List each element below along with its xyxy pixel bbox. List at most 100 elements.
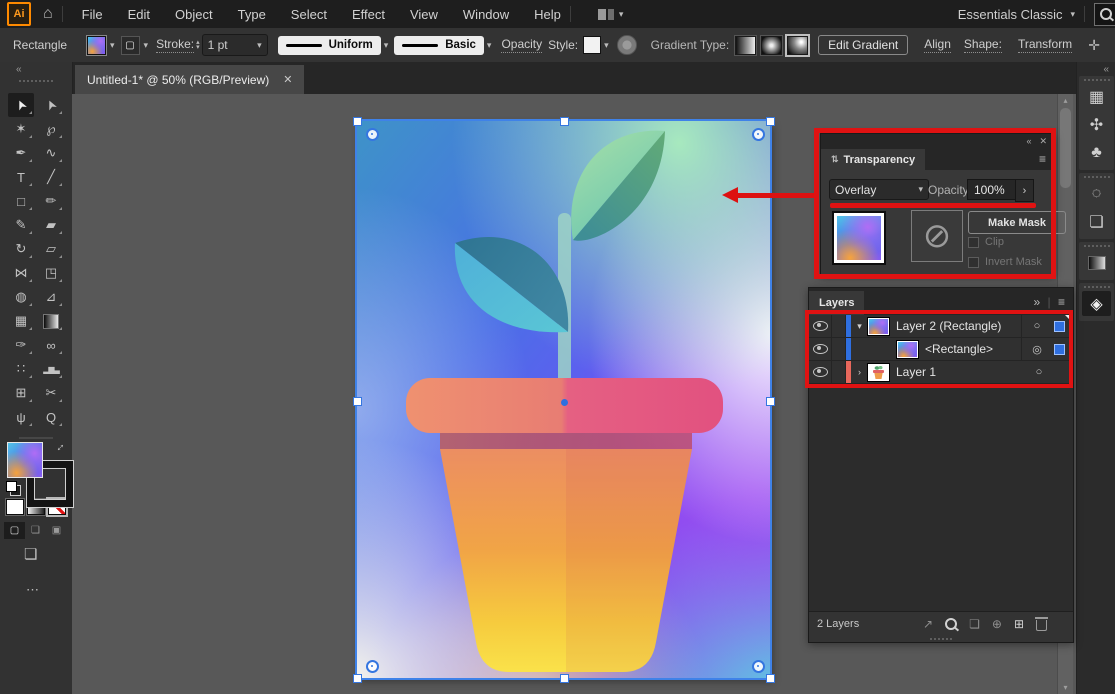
freeform-gradient-button[interactable] (787, 36, 808, 55)
object-thumbnail[interactable] (832, 211, 886, 265)
column-graph-tool[interactable]: ▂▆▃ (38, 357, 64, 381)
opacity-link[interactable]: Opacity (501, 37, 542, 53)
rotate-tool[interactable]: ↻ (8, 237, 34, 261)
chevron-down-icon[interactable]: ▾ (604, 40, 609, 51)
gradient-tool[interactable] (38, 309, 64, 333)
search-button[interactable] (1094, 3, 1115, 26)
graphic-style-swatch[interactable] (583, 36, 601, 54)
lasso-tool[interactable]: ℘ (38, 117, 64, 141)
transform-link[interactable]: Transform (1018, 37, 1072, 53)
blend-tool[interactable]: ∞ (38, 333, 64, 357)
selection-indicator[interactable] (1054, 321, 1065, 332)
selection-handle-sw[interactable] (353, 674, 362, 683)
object-thumbnail[interactable] (897, 341, 918, 358)
artboard-artwork[interactable] (357, 121, 770, 678)
menu-object[interactable]: Object (175, 7, 213, 22)
object-name[interactable]: <Rectangle> (925, 342, 1021, 356)
type-tool[interactable]: T (8, 165, 34, 189)
workspace-switcher[interactable]: Essentials Classic (958, 7, 1063, 22)
menu-view[interactable]: View (410, 7, 438, 22)
locate-object-icon[interactable] (945, 618, 957, 630)
collapse-panel-icon[interactable]: « (1026, 136, 1031, 146)
toolbar-grip[interactable] (19, 80, 53, 82)
new-sublayer-icon[interactable]: ⊕ (992, 617, 1002, 631)
symbols-panel-button[interactable]: ♣ (1082, 140, 1111, 165)
target-icon-active[interactable]: ◎ (1021, 338, 1052, 360)
menu-effect[interactable]: Effect (352, 7, 385, 22)
clip-checkbox[interactable] (968, 237, 979, 248)
close-icon[interactable]: ✕ (283, 73, 292, 86)
stroke-color-swatch[interactable]: ▢ (121, 36, 140, 55)
lock-cell[interactable] (832, 338, 846, 360)
expand-dock-icon[interactable]: « (1103, 64, 1109, 75)
document-tab[interactable]: Untitled-1* @ 50% (RGB/Preview) ✕ (75, 65, 304, 94)
brushes-panel-button[interactable]: ✣ (1082, 112, 1111, 137)
expand-panel-icon[interactable]: » (1033, 295, 1040, 309)
collapse-toolbar-icon[interactable]: « (16, 64, 22, 75)
layer-row-rectangle[interactable]: <Rectangle> ◎ (809, 338, 1073, 361)
swap-fill-stroke-icon[interactable]: ↔ (50, 437, 68, 455)
linear-gradient-button[interactable] (735, 36, 756, 55)
dock-group-grip[interactable] (1084, 176, 1110, 178)
corner-widget-sw[interactable] (366, 660, 379, 673)
swatches-panel-button[interactable]: ▦ (1082, 84, 1111, 109)
menu-edit[interactable]: Edit (128, 7, 150, 22)
mesh-tool[interactable]: ▦ (8, 309, 34, 333)
corner-widget-nw[interactable] (366, 128, 379, 141)
layer-name[interactable]: Layer 1 (896, 365, 1024, 379)
edit-toolbar-icon[interactable]: ⋯ (26, 582, 40, 598)
hand-tool[interactable]: ψ (8, 405, 34, 429)
draw-normal-button[interactable]: ▢ (4, 522, 25, 539)
opacity-value-field[interactable]: 100% (967, 179, 1019, 200)
slice-tool[interactable]: ✂ (38, 381, 64, 405)
expand-corners-icon[interactable]: ✛ (1088, 37, 1100, 54)
transparency-tab[interactable]: ⇅ Transparency (821, 149, 925, 170)
make-clipping-mask-icon[interactable]: ❏ (969, 617, 980, 631)
layers-panel-button[interactable]: ◈ (1082, 291, 1111, 316)
corner-widget-ne[interactable] (752, 128, 765, 141)
stroke-weight-stepper[interactable]: ▴▾ (196, 40, 200, 50)
default-fill-stroke-icon[interactable] (6, 481, 17, 492)
scroll-down-icon[interactable]: ▾ (1058, 683, 1073, 692)
fill-indicator[interactable] (7, 442, 43, 478)
selection-handle-ne[interactable] (766, 117, 775, 126)
transparency-panel-button[interactable]: ◌ (1082, 181, 1111, 206)
shape-builder-tool[interactable]: ◍ (8, 285, 34, 309)
edit-gradient-button[interactable]: Edit Gradient (818, 35, 908, 55)
shaper-tool[interactable]: ✎ (8, 213, 34, 237)
corner-widget-se[interactable] (752, 660, 765, 673)
selection-handle-e[interactable] (766, 397, 775, 406)
selection-indicator[interactable] (1054, 344, 1065, 355)
menu-window[interactable]: Window (463, 7, 509, 22)
dock-group-grip[interactable] (1084, 245, 1110, 247)
selection-tool[interactable]: ➤ (8, 93, 34, 117)
selection-handle-n[interactable] (560, 117, 569, 126)
shape-link[interactable]: Shape: (964, 37, 1002, 53)
magic-wand-tool[interactable]: ✶ (8, 117, 34, 141)
close-panel-icon[interactable]: ✕ (1039, 136, 1047, 147)
stroke-link[interactable]: Stroke: (156, 37, 194, 53)
panel-menu-icon[interactable]: ≡ (1058, 295, 1065, 309)
curvature-tool[interactable]: ∿ (38, 141, 64, 165)
change-screen-mode-icon[interactable]: ❏ (24, 545, 37, 563)
panel-menu-icon[interactable]: ≡ (1039, 152, 1046, 166)
scale-tool[interactable]: ▱ (38, 237, 64, 261)
lock-cell[interactable] (832, 361, 846, 383)
fill-color-swatch[interactable] (87, 36, 106, 55)
selection-handle-se[interactable] (766, 674, 775, 683)
selection-handle-nw[interactable] (353, 117, 362, 126)
dock-group-grip[interactable] (1084, 286, 1110, 288)
selection-center-point[interactable] (561, 399, 568, 406)
visibility-toggle[interactable] (809, 361, 832, 383)
appearance-panel-button[interactable]: ❏ (1082, 209, 1111, 234)
radial-gradient-button[interactable] (761, 36, 782, 55)
layer-row-layer1[interactable]: › Layer 1 ○ (809, 361, 1073, 384)
chevron-down-icon[interactable]: ▾ (110, 40, 115, 51)
symbol-sprayer-tool[interactable]: ∷ (8, 357, 34, 381)
collapse-layer-icon[interactable]: ▾ (851, 321, 868, 332)
home-icon[interactable]: ⌂ (43, 5, 53, 23)
line-segment-tool[interactable]: ╱ (38, 165, 64, 189)
arrange-documents-button[interactable]: ▾ (598, 9, 624, 20)
selection-handle-w[interactable] (353, 397, 362, 406)
make-mask-button[interactable]: Make Mask (968, 211, 1066, 234)
